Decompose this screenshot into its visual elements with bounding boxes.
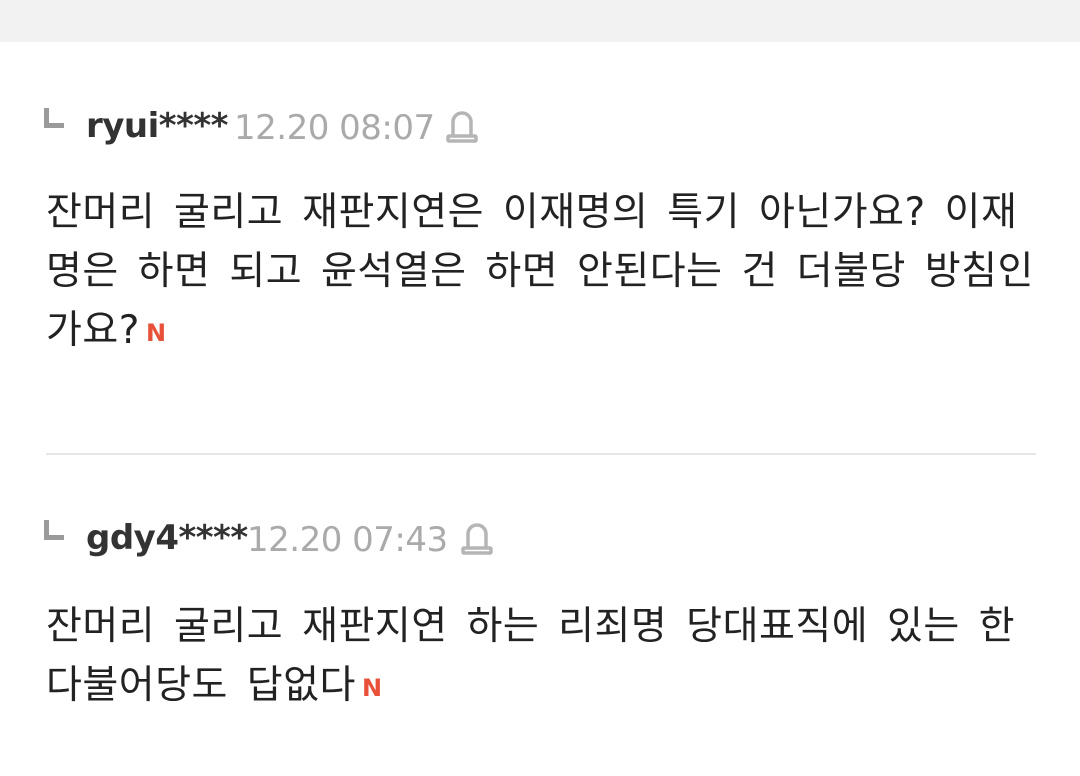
comment-timestamp: 12.20 08:07	[234, 108, 435, 148]
comment-item: gdy4**** 12.20 07:43 잔머리 굴리고 재판지연 하는 리죄명…	[0, 512, 1080, 708]
new-badge: N	[145, 319, 167, 347]
comment-meta: gdy4**** 12.20 07:43	[0, 512, 1080, 572]
comment-divider	[46, 453, 1036, 455]
report-siren-icon[interactable]	[460, 518, 494, 558]
comment-body: 잔머리 굴리고 재판지연 하는 리죄명 당대표직에 있는 한 다불어당도 답없다…	[46, 597, 1046, 718]
comment-username[interactable]: gdy4****	[86, 518, 248, 558]
comment-body: 잔머리 굴리고 재판지연은 이재명의 특기 아닌가요? 이재명은 하면 되고 윤…	[46, 183, 1046, 363]
comment-item: ryui**** 12.20 08:07 잔머리 굴리고 재판지연은 이재명의 …	[0, 100, 1080, 353]
comment-text: 잔머리 굴리고 재판지연 하는 리죄명 당대표직에 있는 한 다불어당도 답없다	[46, 604, 1016, 708]
reply-arrow-icon	[44, 520, 64, 540]
reply-arrow-icon	[44, 108, 64, 128]
top-strip	[0, 0, 1080, 42]
report-siren-icon[interactable]	[445, 106, 479, 146]
comment-username[interactable]: ryui****	[86, 106, 228, 146]
comment-timestamp: 12.20 07:43	[247, 520, 448, 560]
comment-meta: ryui**** 12.20 08:07	[0, 100, 1080, 160]
comment-text: 잔머리 굴리고 재판지연은 이재명의 특기 아닌가요? 이재명은 하면 되고 윤…	[46, 190, 1034, 353]
new-badge: N	[361, 674, 383, 702]
